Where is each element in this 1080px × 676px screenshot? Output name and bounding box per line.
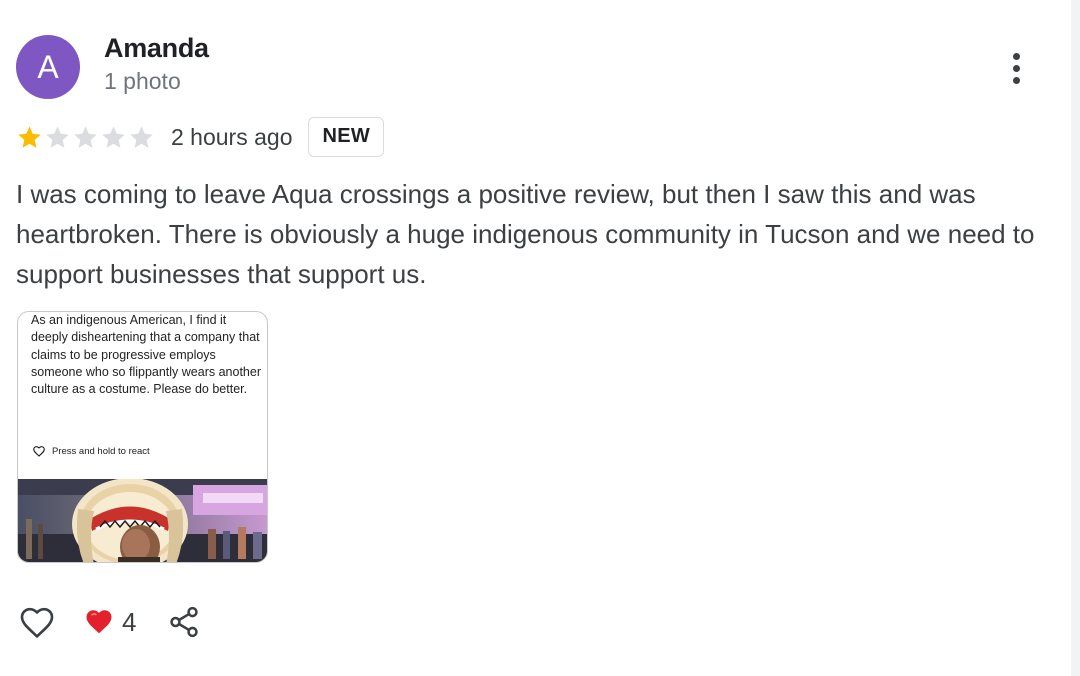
star-empty-icon [102,125,125,148]
review-actions: 4 [16,600,202,644]
share-icon [170,606,199,638]
reaction-count: 4 [122,606,137,637]
rating-row: 2 hours ago NEW [16,116,385,158]
more-vert-icon [1012,52,1020,60]
review-photo[interactable]: As an indigenous American, I find it dee… [17,311,268,563]
heart-outline-icon [20,607,54,638]
star-empty-icon [46,125,69,148]
headdress-photo [18,479,267,562]
photo-caption-text: As an indigenous American, I find it dee… [31,313,261,397]
like-button[interactable] [16,601,58,643]
review-card: A Amanda 1 photo 2 hours ago NEW I was c… [16,0,1056,676]
photo-react-prompt: Press and hold to react [32,444,150,458]
review-time: 2 hours ago [171,123,293,150]
star-empty-icon [74,125,97,148]
share-button[interactable] [166,601,202,643]
more-options-button[interactable] [1002,46,1030,90]
avatar[interactable]: A [16,35,80,99]
author-name[interactable]: Amanda [104,33,209,64]
star-rating [16,124,155,151]
scrollbar-track[interactable] [1071,0,1080,676]
new-badge: NEW [308,117,385,157]
heart-outline-icon [33,446,45,457]
star-filled-icon [18,125,41,148]
reaction-summary[interactable]: 4 [84,607,136,638]
author-photo-count: 1 photo [104,68,181,94]
photo-react-label: Press and hold to react [52,445,150,457]
red-heart-icon [86,610,112,634]
star-empty-icon [130,125,153,148]
review-text: I was coming to leave Aqua crossings a p… [16,179,1035,289]
